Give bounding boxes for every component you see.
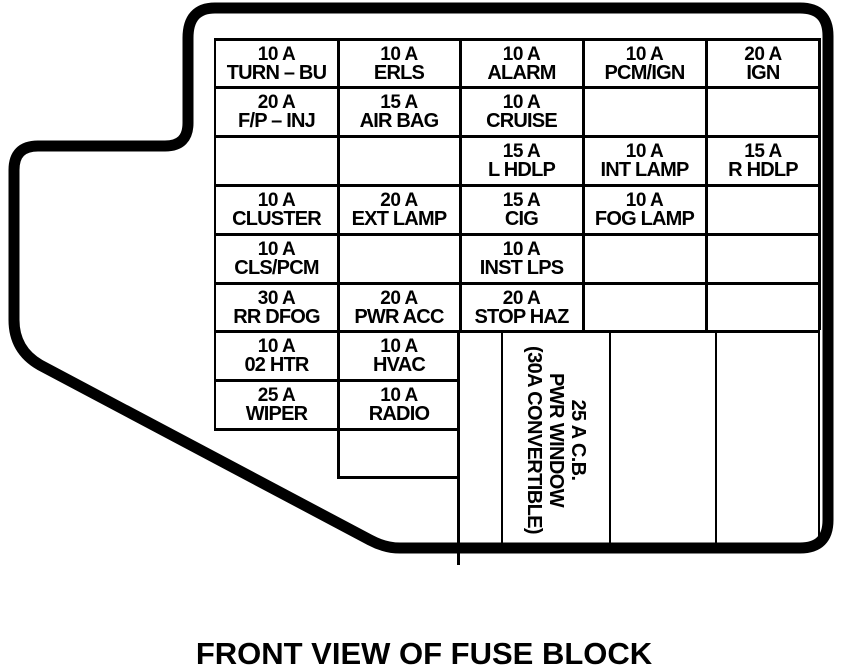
- fuse-circuit: CRUISE: [486, 110, 558, 132]
- fuse-slot-r-hdlp: 15 AR HDLP: [707, 138, 819, 184]
- grid-col-line: [609, 330, 611, 545]
- fuse-slot-empty: [216, 138, 337, 184]
- fuse-slot-empty: [707, 187, 819, 233]
- fuse-slot-l-hdlp: 15 AL HDLP: [461, 138, 582, 184]
- fuse-rating: 10 A: [502, 43, 541, 65]
- fuse-circuit: L HDLP: [487, 159, 556, 181]
- fuse-circuit: RR DFOG: [233, 305, 320, 328]
- fuse-circuit: AIR BAG: [359, 110, 440, 132]
- fuse-slot-pwr-acc: 20 A PWR ACC: [339, 285, 459, 330]
- fuse-slot-empty: [584, 236, 705, 282]
- fuse-slot-ext-lamp: 20 A EXT LAMP: [339, 187, 459, 233]
- fuse-slot-turn-bu: 10 A TURN – BU: [216, 41, 337, 86]
- fuse-slot-cig: 15 A CIG: [461, 187, 582, 233]
- fuse-circuit: RADIO: [368, 403, 430, 425]
- fuse-slot-inst-lps: 10 A INST LPS: [461, 236, 582, 282]
- grid-col-line: [715, 330, 717, 545]
- grid-row-line: [337, 476, 459, 479]
- fuse-circuit: CLS/PCM: [234, 257, 319, 279]
- fuse-circuit: HVAC: [373, 354, 426, 376]
- diagram-caption: FRONT VIEW OF FUSE BLOCK: [195, 636, 653, 671]
- fuse-slot-alarm: 10 A ALARM: [461, 41, 582, 86]
- fuse-circuit: TURN – BU: [226, 61, 327, 84]
- fuse-slot-int-lamp: 10 A INT LAMP: [584, 138, 705, 184]
- fuse-slot-empty: [707, 285, 819, 330]
- fuse-circuit: FOG LAMP: [594, 208, 695, 230]
- fuse-circuit: R HDLP: [728, 159, 798, 181]
- cb-note: (30A CONVERTIBLE): [523, 346, 545, 534]
- fuse-circuit: INT LAMP: [600, 159, 689, 181]
- fuse-slot-fog-lamp: 10 A FOG LAMP: [584, 187, 705, 233]
- cb-rating: 25 A C.B.: [567, 399, 589, 481]
- fuse-slot-rr-dfog: 30 A RR DFOG: [216, 285, 337, 330]
- fuse-rating: 20 A: [380, 287, 418, 309]
- fuse-slot-empty: [584, 285, 705, 330]
- fuse-circuit: F/P – INJ: [238, 110, 316, 132]
- grid-col-line: [501, 330, 503, 545]
- fuse-slot-erls: 10 A ERLS: [339, 41, 459, 86]
- fuse-slot-air-bag: 15 A AIR BAG: [339, 89, 459, 135]
- fuse-circuit: CLUSTER: [232, 208, 322, 230]
- fuse-circuit: WIPER: [245, 403, 308, 425]
- fuse-slot-f-p-inj: 20 A F/P – INJ: [216, 89, 337, 135]
- cb-circuit: PWR WINDOW: [545, 373, 567, 507]
- fuse-slot-ign: 20 A IGN: [707, 41, 819, 86]
- fuse-slot-empty: [707, 236, 819, 282]
- fuse-slot-empty: [707, 89, 819, 135]
- fuse-circuit: INST LPS: [479, 257, 564, 279]
- grid-row-line: [457, 543, 819, 545]
- fuse-circuit: PWR ACC: [354, 305, 444, 328]
- fuse-slot-cruise: 10 A CRUISE: [461, 89, 582, 135]
- fuse-circuit: CIG: [504, 208, 539, 230]
- fuse-rating: 10 A: [380, 43, 418, 65]
- fuse-circuit: 02 HTR: [244, 354, 309, 376]
- fuse-circuit: ALARM: [487, 61, 556, 84]
- fuse-slot-radio: 10 A RADIO: [339, 382, 459, 428]
- fuse-slot-hvac: 10 A HVAC: [339, 333, 459, 379]
- fuse-slot-cluster: 10 A CLUSTER: [216, 187, 337, 233]
- fuse-slot-stop-haz: 20 A STOP HAZ: [461, 285, 582, 330]
- fuse-slot-empty: [339, 431, 459, 476]
- grid-col-line: [818, 330, 820, 545]
- fuse-slot-empty: [339, 138, 459, 184]
- fuse-circuit: EXT LAMP: [351, 208, 448, 230]
- fuse-slot-empty: [584, 89, 705, 135]
- fuse-circuit: PCM/IGN: [604, 61, 686, 84]
- fuse-slot-cls-pcm: 10 A CLS/PCM: [216, 236, 337, 282]
- fuse-rating: 10 A: [625, 43, 664, 65]
- fuse-rating: 20 A: [502, 287, 541, 309]
- fuse-rating: 10 A: [257, 43, 296, 65]
- fuse-rating: 20 A: [744, 43, 782, 65]
- fuse-slot-empty: [339, 236, 459, 282]
- fuse-rating: 30 A: [257, 287, 296, 309]
- fuse-circuit: ERLS: [373, 61, 425, 84]
- fuse-slot-02-htr: 10 A 02 HTR: [216, 333, 337, 379]
- fuse-circuit: IGN: [746, 61, 780, 84]
- fuse-slot-wiper: 25 A WIPER: [216, 382, 337, 428]
- fuse-circuit: STOP HAZ: [474, 305, 570, 328]
- fuse-slot-pcm-ign: 10 A PCM/IGN: [584, 41, 705, 86]
